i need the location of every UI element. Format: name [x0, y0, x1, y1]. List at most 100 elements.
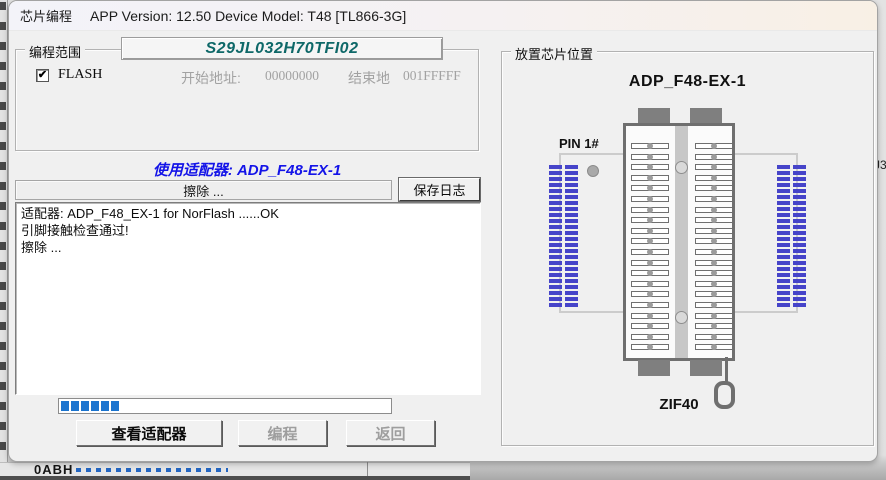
bluebar: [549, 213, 562, 217]
operation-status-bar: 擦除 ...: [15, 180, 392, 200]
bluebar: [793, 207, 806, 211]
log-output-area[interactable]: 适配器: ADP_F48_EX-1 for NorFlash ......OK引…: [15, 202, 481, 395]
pin-row: [695, 207, 733, 213]
pin-row: [631, 291, 669, 297]
bluebar: [549, 243, 562, 247]
pin-row: [695, 185, 733, 191]
bluebar: [777, 303, 790, 307]
pin-row: [631, 228, 669, 234]
bluebar: [793, 165, 806, 169]
bluebar: [565, 231, 578, 235]
pin-row: [631, 323, 669, 329]
bluebar: [565, 171, 578, 175]
bluebar: [565, 255, 578, 259]
end-address-label: 结束地: [348, 68, 390, 88]
bluebar: [565, 261, 578, 265]
socket-pin-rows-right: [695, 143, 733, 350]
window-title: 芯片编程: [20, 6, 72, 25]
log-line: 引脚接触检查通过!: [21, 222, 475, 239]
log-line: 擦除 ...: [21, 239, 475, 256]
pin-row: [695, 238, 733, 244]
bluebar: [565, 213, 578, 217]
bluebar: [777, 243, 790, 247]
bluebar: [565, 219, 578, 223]
bluebar: [565, 165, 578, 169]
pseg: [61, 401, 69, 411]
bluebar: [549, 165, 562, 169]
bluebar: [793, 171, 806, 175]
socket-pin-rows-left: [631, 143, 669, 350]
pin-row: [695, 228, 733, 234]
progress-bar: [58, 398, 392, 414]
pin-row: [695, 154, 733, 160]
bluebar: [565, 195, 578, 199]
clipped-text-glyphs: [0, 2, 6, 472]
view-adapter-button[interactable]: 查看适配器: [76, 420, 222, 446]
pin-row: [695, 291, 733, 297]
bluebar: [549, 237, 562, 241]
bluebar: [549, 285, 562, 289]
version-text: APP Version: 12.50 Device Model: T48 [TL…: [90, 8, 406, 24]
flash-checkbox[interactable]: ✔: [36, 69, 49, 82]
bluebar: [777, 291, 790, 295]
pin-row: [695, 249, 733, 255]
pin-row: [631, 313, 669, 319]
chip-name-panel: S29JL032H70TFI02: [121, 37, 443, 60]
background-hex-value: 0ABH: [34, 462, 73, 477]
chip-placement-label: 放置芯片位置: [511, 44, 597, 63]
bluebar: [549, 297, 562, 301]
bluebar: [565, 225, 578, 229]
bluebar: [565, 279, 578, 283]
bluebar: [793, 231, 806, 235]
bluebar: [549, 279, 562, 283]
pseg: [111, 401, 119, 411]
bluebar: [777, 255, 790, 259]
bluebar: [565, 297, 578, 301]
title-bar: 芯片编程 APP Version: 12.50 Device Model: T4…: [9, 1, 877, 31]
pin-row: [695, 143, 733, 149]
bluebar: [793, 225, 806, 229]
pin-row: [695, 344, 733, 350]
start-address-value: 00000000: [265, 68, 319, 84]
pin-row: [695, 313, 733, 319]
bluebar: [565, 249, 578, 253]
bluebar: [777, 201, 790, 205]
bluebar: [793, 201, 806, 205]
pin-row: [695, 270, 733, 276]
right-pin-header-strip: [777, 165, 806, 307]
bluebar: [549, 177, 562, 181]
bluebar: [565, 267, 578, 271]
adapter-name-label: ADP_F48-EX-1: [501, 73, 874, 91]
bluebar: [793, 213, 806, 217]
bluebar: [793, 303, 806, 307]
bluebar: [565, 183, 578, 187]
bluebar: [549, 201, 562, 205]
pseg: [101, 401, 109, 411]
pin-row: [695, 164, 733, 170]
bluebar: [549, 255, 562, 259]
pin-row: [695, 217, 733, 223]
bluebar: [793, 261, 806, 265]
save-log-button[interactable]: 保存日志: [399, 178, 480, 201]
pin-row: [631, 217, 669, 223]
pin-row: [631, 207, 669, 213]
socket-tab-bottom-left: [638, 360, 670, 376]
bluebar: [793, 279, 806, 283]
bluebar: [549, 231, 562, 235]
bluebar: [549, 267, 562, 271]
bluebar: [777, 279, 790, 283]
pin-row: [631, 175, 669, 181]
bluebar: [549, 219, 562, 223]
bluebar: [793, 297, 806, 301]
bluebar: [565, 291, 578, 295]
background-dotted-line: [76, 468, 228, 472]
pin-row: [631, 154, 669, 160]
flash-checkbox-row[interactable]: ✔ FLASH: [36, 67, 102, 83]
bluebar: [565, 207, 578, 211]
back-button[interactable]: 返回: [346, 420, 435, 446]
bluebar: [793, 267, 806, 271]
bluebar: [793, 219, 806, 223]
bluebar: [549, 189, 562, 193]
program-button[interactable]: 编程: [238, 420, 327, 446]
bluebar: [777, 261, 790, 265]
